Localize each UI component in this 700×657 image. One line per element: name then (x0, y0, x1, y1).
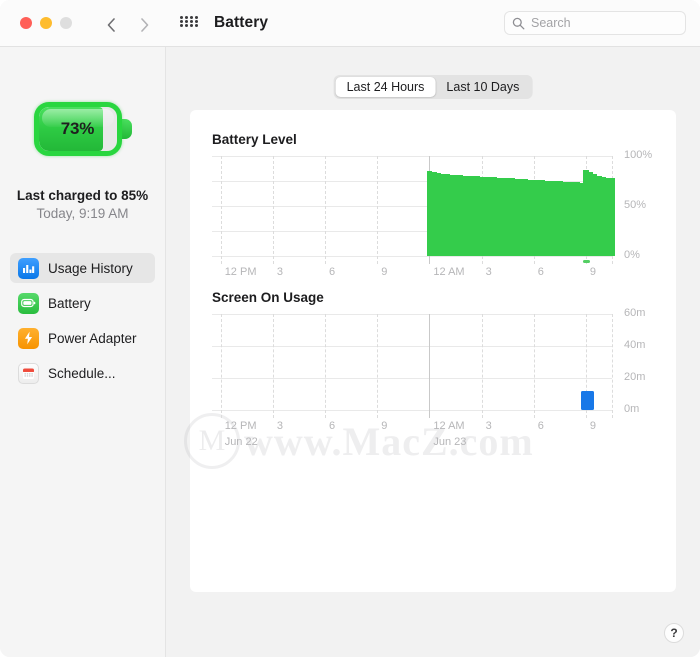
x-axis-tick-label: 3 (277, 266, 283, 278)
grid-line-vertical (612, 314, 613, 418)
x-axis-tick-label: 6 (329, 266, 335, 278)
main-content: Last 24 Hours Last 10 Days Battery Level… (166, 47, 700, 657)
sidebar-item-label: Schedule... (48, 366, 116, 381)
y-axis-tick-label: 60m (624, 307, 645, 319)
charging-marker (583, 260, 590, 263)
sidebar-item-label: Power Adapter (48, 331, 137, 346)
sidebar-item-power-adapter[interactable]: Power Adapter (10, 323, 155, 353)
x-axis-tick-label: 9 (381, 420, 387, 432)
battery-icon: 73% (34, 102, 132, 156)
y-axis-tick-label: 40m (624, 339, 645, 351)
grid-line-vertical (429, 314, 430, 418)
sidebar: 73% Last charged to 85% Today, 9:19 AM U… (0, 47, 166, 657)
app-grid-icon[interactable] (180, 15, 198, 31)
y-axis-tick-label: 0% (624, 249, 640, 261)
last-charged-time: Today, 9:19 AM (0, 206, 165, 221)
close-button[interactable] (20, 17, 32, 29)
battery-percent-label: 73% (34, 102, 122, 156)
navigation-buttons (106, 18, 150, 29)
x-axis-tick-label: 6 (329, 420, 335, 432)
x-axis-tick-label: 9 (590, 266, 596, 278)
chart-bar (581, 391, 594, 410)
y-axis-tick-label: 50% (624, 199, 646, 211)
calendar-icon (18, 363, 39, 384)
chevron-right-icon[interactable] (139, 18, 150, 29)
time-range-segmented-control: Last 24 Hours Last 10 Days (334, 75, 533, 99)
x-axis-date-label: Jun 23 (433, 436, 466, 448)
grid-line-vertical (377, 156, 378, 264)
x-axis-tick-label: 12 AM (433, 266, 464, 278)
sidebar-item-usage-history[interactable]: Usage History (10, 253, 155, 283)
grid-line-vertical (534, 314, 535, 418)
chart-bar (609, 178, 615, 256)
charts-card: Battery Level 0%50%100%12 PM36912 AM369 … (190, 110, 676, 592)
grid-line-vertical (482, 314, 483, 418)
grid-line-vertical (273, 314, 274, 418)
x-axis-tick-label: 12 PM (225, 420, 257, 432)
grid-line-vertical (221, 314, 222, 418)
battery-icon (18, 293, 39, 314)
x-axis-tick-label: 6 (538, 266, 544, 278)
sidebar-item-label: Usage History (48, 261, 133, 276)
chevron-left-icon[interactable] (106, 18, 117, 29)
sidebar-item-battery[interactable]: Battery (10, 288, 155, 318)
battery-level-chart: Battery Level 0%50%100%12 PM36912 AM369 (212, 132, 656, 297)
x-axis-tick-label: 3 (277, 420, 283, 432)
minimize-button[interactable] (40, 17, 52, 29)
sidebar-item-schedule[interactable]: Schedule... (10, 358, 155, 388)
lightning-bolt-icon (18, 328, 39, 349)
page-title: Battery (214, 14, 268, 32)
y-axis-tick-label: 0m (624, 403, 639, 415)
x-axis-tick-label: 12 PM (225, 266, 257, 278)
last-charged-label: Last charged to 85% (0, 188, 165, 203)
sidebar-nav-list: Usage History Battery Power Adapter (0, 253, 165, 388)
x-axis-tick-label: 9 (590, 420, 596, 432)
tab-last-10-days[interactable]: Last 10 Days (435, 77, 530, 97)
grid-line-vertical (221, 156, 222, 264)
grid-line-vertical (377, 314, 378, 418)
y-axis-tick-label: 20m (624, 371, 645, 383)
x-axis-date-label: Jun 22 (225, 436, 258, 448)
search-icon (512, 17, 525, 30)
grid-line-vertical (325, 314, 326, 418)
x-axis-tick-label: 3 (486, 266, 492, 278)
zoom-button[interactable] (60, 17, 72, 29)
x-axis-tick-label: 12 AM (433, 420, 464, 432)
search-field[interactable] (504, 11, 686, 35)
chart-title: Screen On Usage (212, 290, 656, 305)
bar-chart-icon (18, 258, 39, 279)
sidebar-item-label: Battery (48, 296, 91, 311)
y-axis-tick-label: 100% (624, 149, 652, 161)
title-bar: Battery (0, 0, 700, 47)
x-axis-tick-label: 6 (538, 420, 544, 432)
help-button[interactable]: ? (664, 623, 684, 643)
chart-title: Battery Level (212, 132, 656, 147)
x-axis-tick-label: 3 (486, 420, 492, 432)
tab-last-24-hours[interactable]: Last 24 Hours (336, 77, 436, 97)
grid-line-vertical (325, 156, 326, 264)
screen-on-usage-plot-area: 0m20m40m60m12 PM36912 AM369Jun 22Jun 23 (212, 314, 612, 410)
traffic-light-buttons (20, 17, 72, 29)
battery-status-graphic: 73% (0, 102, 165, 156)
x-axis-tick-label: 9 (381, 266, 387, 278)
screen-on-usage-chart: Screen On Usage 0m20m40m60m12 PM36912 AM… (212, 290, 656, 470)
search-input[interactable] (531, 16, 678, 30)
battery-preferences-window: Battery 73% Last charged to 85% Today, 9… (0, 0, 700, 657)
grid-line-vertical (273, 156, 274, 264)
battery-level-plot-area: 0%50%100%12 PM36912 AM369 (212, 156, 612, 256)
